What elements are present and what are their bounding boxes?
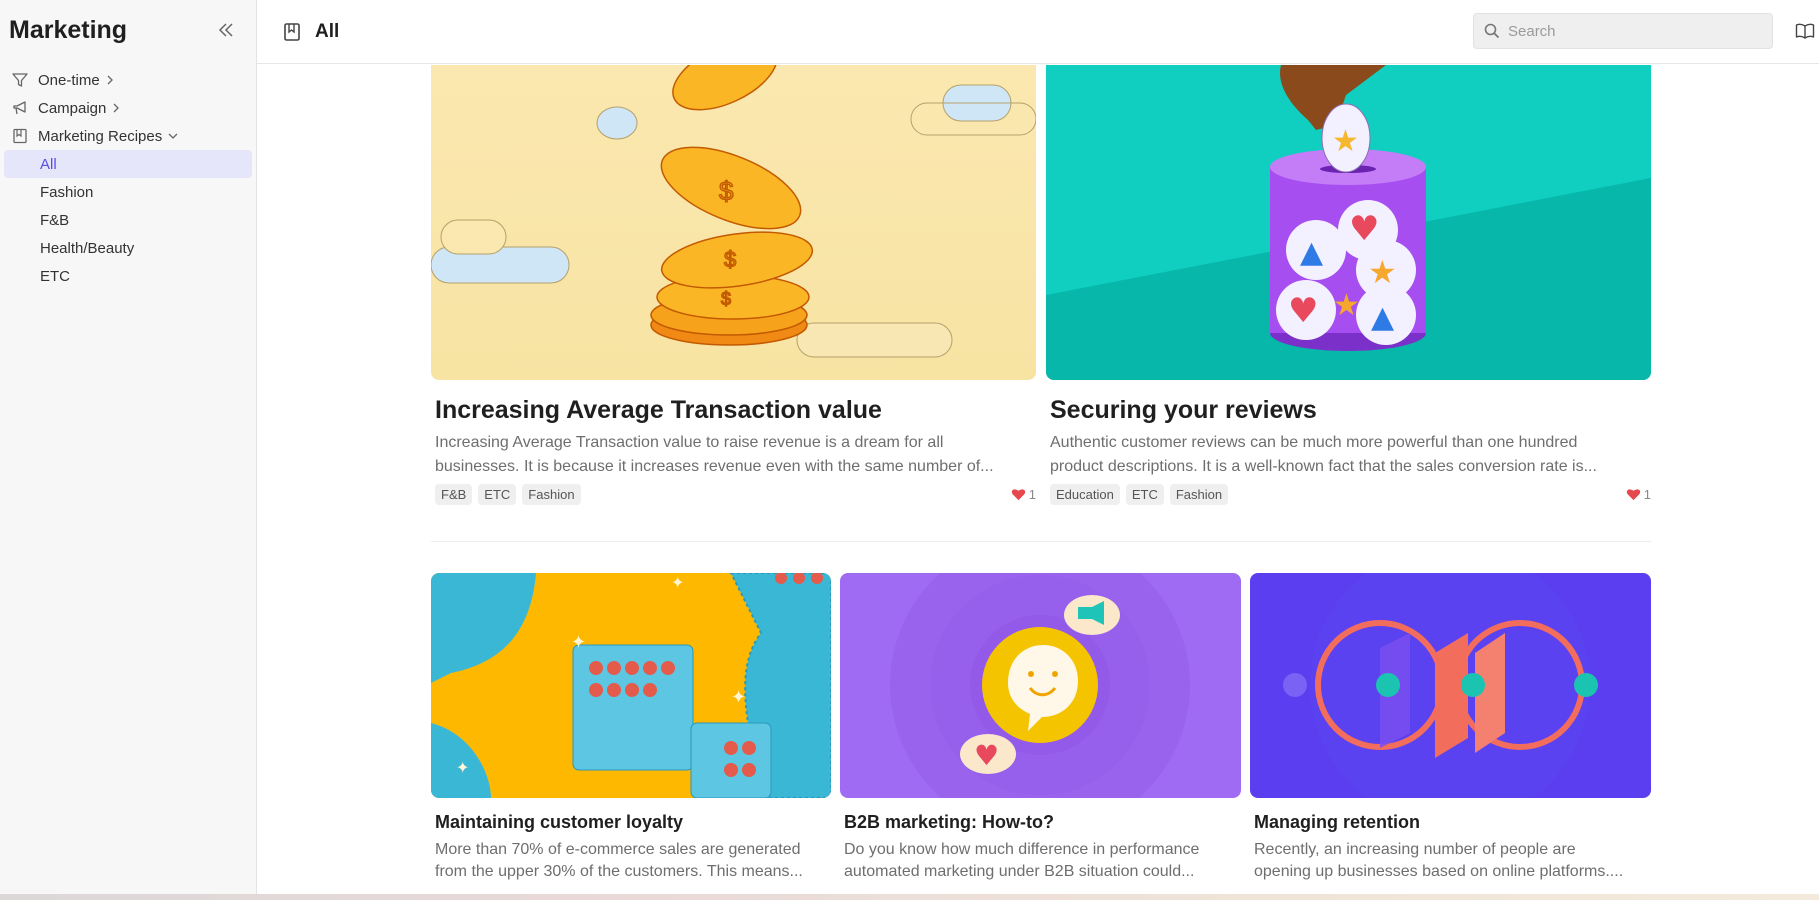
sidebar-item-label: One-time [38,71,100,89]
search-input[interactable] [1508,22,1748,40]
review-jar-illustration[interactable]: ★ ♥ ♥ ★ ★ ▲ ▲ [1046,65,1651,380]
tag-list: Education ETC Fashion [1050,484,1229,505]
sidebar-nav: One-time Campaign Marketing Recipes All … [0,60,256,290]
section-divider [431,541,1651,542]
tag-list: F&B ETC Fashion [435,484,581,505]
book-icon [11,127,29,145]
recipe-card[interactable]: ✦ ✦ ✦ ✦ Maintaining customer loyalty Mor… [431,573,831,883]
card-description-line: from the upper 30% of the customers. Thi… [435,863,803,880]
svg-text:★: ★ [1368,253,1397,291]
top-bar: All [257,0,1819,64]
svg-text:✦: ✦ [456,758,469,777]
recipe-card[interactable]: ★ ♥ ♥ ★ ★ ▲ ▲ Securing your reviews Auth… [1046,65,1651,505]
tag[interactable]: Fashion [522,484,581,505]
megaphone-icon [11,99,29,117]
sidebar-item-label: Campaign [38,99,107,117]
search-icon [1484,23,1500,39]
like-count[interactable]: 1 [1626,487,1651,502]
sidebar: Marketing One-time Campaign Marketing Re… [0,0,257,900]
card-description-line: Authentic customer reviews can be much m… [1050,434,1578,451]
card-title[interactable]: Maintaining customer loyalty [431,812,831,833]
card-description: Increasing Average Transaction value to … [431,431,1036,479]
sidebar-subitem-health-beauty[interactable]: Health/Beauty [4,234,252,262]
sidebar-item-label: Marketing Recipes [38,127,163,145]
svg-text:$: $ [721,289,731,309]
stamp-cards-illustration[interactable]: ✦ ✦ ✦ ✦ [431,573,831,798]
card-description: Authentic customer reviews can be much m… [1046,431,1651,479]
book-icon [281,21,303,43]
like-count[interactable]: 1 [1011,487,1036,502]
svg-text:✦: ✦ [671,573,684,592]
tag[interactable]: F&B [435,484,473,505]
sidebar-title: Marketing [9,15,128,44]
sidebar-header: Marketing [0,0,256,60]
recipe-card[interactable]: $ $ $ Increasing Average Transaction val… [431,65,1036,505]
svg-text:▲: ▲ [1300,235,1323,270]
svg-text:$: $ [719,176,734,206]
open-book-icon[interactable] [1794,20,1816,42]
card-title[interactable]: B2B marketing: How-to? [840,812,1241,833]
svg-text:♥: ♥ [1288,291,1318,331]
svg-text:▲: ▲ [1371,300,1394,335]
card-description: Do you know how much difference in perfo… [840,839,1241,883]
tag[interactable]: ETC [1125,484,1164,505]
window-bottom-edge [0,894,1819,900]
sidebar-subitem-etc[interactable]: ETC [4,262,252,290]
tag[interactable]: Education [1050,484,1120,505]
card-description-line: Recently, an increasing number of people… [1254,841,1576,858]
sidebar-subitem-fnb[interactable]: F&B [4,206,252,234]
card-description-line: More than 70% of e-commerce sales are ge… [435,841,801,858]
tag[interactable]: ETC [478,484,517,505]
card-description-line: automated marketing under B2B situation … [844,863,1195,880]
card-description-line: businesses. It is because it increases r… [435,458,994,475]
double-chevron-left-icon [218,23,233,37]
sidebar-item-campaign[interactable]: Campaign [0,94,256,122]
card-description-line: Do you know how much difference in perfo… [844,841,1200,858]
page-title: All [315,20,340,42]
chevron-right-icon [106,75,114,85]
heart-icon [1626,489,1640,501]
card-description-line: product descriptions. It is a well-known… [1050,458,1597,475]
chevron-right-icon [112,103,120,113]
search-box[interactable] [1473,13,1773,49]
svg-text:$: $ [724,247,736,272]
card-meta: F&B ETC Fashion 1 [431,484,1036,505]
collapse-sidebar-button[interactable] [214,18,238,42]
recipe-card[interactable]: ♥ B2B marketing: How-to? Do you know how… [840,573,1241,883]
card-title[interactable]: Managing retention [1250,812,1651,833]
card-meta: Education ETC Fashion 1 [1046,484,1651,505]
sidebar-item-marketing-recipes[interactable]: Marketing Recipes [0,122,256,150]
recipe-grid: $ $ $ Increasing Average Transaction val… [257,65,1819,900]
sidebar-subitem-all[interactable]: All [4,150,252,178]
svg-text:★: ★ [1332,124,1359,159]
like-count-value: 1 [1643,487,1651,502]
chat-bubble-illustration[interactable]: ♥ [840,573,1241,798]
gold-coins-illustration[interactable]: $ $ $ [431,65,1036,380]
app-window: Marketing One-time Campaign Marketing Re… [0,0,1819,900]
svg-text:♥: ♥ [974,739,999,772]
svg-text:★: ★ [1333,288,1360,323]
card-description: More than 70% of e-commerce sales are ge… [431,839,831,883]
retention-loop-illustration[interactable] [1250,573,1651,798]
card-description-line: Increasing Average Transaction value to … [435,434,944,451]
svg-text:✦: ✦ [731,687,746,708]
card-description-line: opening up businesses based on online pl… [1254,863,1624,880]
card-title[interactable]: Increasing Average Transaction value [431,396,1036,425]
recipe-card[interactable]: Managing retention Recently, an increasi… [1250,573,1651,883]
heart-icon [1011,489,1025,501]
svg-text:♥: ♥ [1349,209,1379,249]
svg-text:✦: ✦ [571,632,586,653]
card-description: Recently, an increasing number of people… [1250,839,1651,883]
filter-icon [11,71,29,89]
tag[interactable]: Fashion [1169,484,1229,505]
chevron-down-icon [168,132,178,140]
card-title[interactable]: Securing your reviews [1046,396,1651,425]
sidebar-subitem-fashion[interactable]: Fashion [4,178,252,206]
like-count-value: 1 [1028,487,1036,502]
sidebar-item-one-time[interactable]: One-time [0,66,256,94]
